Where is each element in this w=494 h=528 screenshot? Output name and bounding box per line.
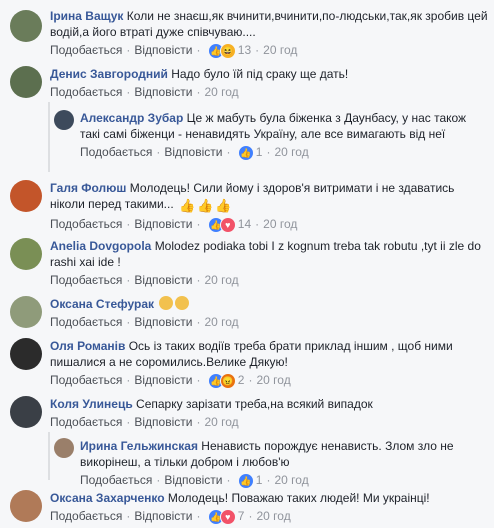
reply-thread-line	[48, 432, 50, 480]
like-button[interactable]: Подобається	[50, 43, 122, 57]
reply-button[interactable]: Відповісти	[134, 315, 192, 329]
comment-author[interactable]: Оля Романів	[50, 339, 125, 353]
like-reaction-icon: 👍	[237, 145, 254, 162]
thumbs-up-icon: 👍	[215, 198, 232, 213]
reactions[interactable]: 👍	[237, 472, 254, 490]
avatar[interactable]	[10, 338, 42, 370]
timestamp[interactable]: 20 год	[204, 415, 238, 429]
crying-face-icon	[175, 296, 190, 310]
timestamp[interactable]: 20 год	[263, 217, 297, 231]
avatar[interactable]	[10, 238, 42, 270]
reactions[interactable]: 👍 ♥	[207, 508, 236, 526]
thumbs-up-icon: 👍	[179, 198, 196, 213]
love-reaction-icon: ♥	[219, 217, 236, 234]
avatar[interactable]	[10, 490, 42, 522]
reply-button[interactable]: Відповісти	[134, 273, 192, 287]
reply-button[interactable]: Відповісти	[134, 43, 192, 57]
avatar[interactable]	[10, 180, 42, 212]
comment-author[interactable]: Оксана Стефурак	[50, 297, 154, 311]
avatar[interactable]	[54, 438, 74, 458]
reaction-count: 1	[255, 145, 263, 159]
reaction-count: 14	[237, 217, 252, 231]
timestamp[interactable]: 20 год	[256, 373, 290, 387]
reactions[interactable]: 👍😠	[207, 372, 236, 390]
timestamp[interactable]: 20 год	[204, 315, 238, 329]
comment-text: Надо було їй під сраку ще дать!	[171, 67, 349, 81]
reply-button[interactable]: Відповісти	[134, 415, 192, 429]
reaction-count: 7	[237, 509, 245, 523]
like-button[interactable]: Подобається	[50, 273, 122, 287]
comment-author[interactable]: Оксана Захарченко	[50, 491, 165, 505]
like-button[interactable]: Подобається	[50, 509, 122, 523]
reply-button[interactable]: Відповісти	[134, 373, 192, 387]
comment-author[interactable]: Александр Зубар	[80, 111, 183, 125]
comment-thread: Ірина Ващук Коли не знаєш,як вчинити,вчи…	[0, 0, 494, 528]
timestamp[interactable]: 20 год	[274, 145, 308, 159]
reply-button[interactable]: Відповісти	[164, 473, 222, 487]
reactions[interactable]: 👍	[237, 144, 254, 162]
reaction-count: 1	[255, 473, 263, 487]
comment-author[interactable]: Ирина Гельжинская	[80, 439, 198, 453]
like-reaction-icon: 👍	[237, 473, 254, 490]
like-button[interactable]: Подобається	[50, 415, 122, 429]
avatar[interactable]	[10, 66, 42, 98]
reaction-count: 2	[237, 373, 245, 387]
like-button[interactable]: Подобається	[50, 85, 122, 99]
avatar[interactable]	[10, 10, 42, 42]
haha-reaction-icon: 😆	[219, 43, 236, 60]
timestamp[interactable]: 20 год	[263, 43, 297, 57]
comment-text: Молодець! Поважаю таких людей! Ми украін…	[167, 491, 430, 505]
avatar[interactable]	[10, 396, 42, 428]
sad-face-icon	[159, 296, 174, 310]
comment-author[interactable]: Галя Фолюш	[50, 181, 126, 195]
thumbs-up-icon: 👍	[197, 198, 214, 213]
timestamp[interactable]: 20 год	[204, 85, 238, 99]
reply-button[interactable]: Відповісти	[134, 509, 192, 523]
avatar[interactable]	[10, 296, 42, 328]
reply-thread-line	[48, 102, 50, 172]
like-button[interactable]: Подобається	[80, 473, 152, 487]
comment-author[interactable]: Anelia Dovgopola	[50, 239, 151, 253]
love-reaction-icon: ♥	[219, 509, 236, 526]
reply-button[interactable]: Відповісти	[134, 85, 192, 99]
angry-reaction-icon: 😠	[219, 373, 236, 390]
reaction-count: 13	[237, 43, 252, 57]
comment-author[interactable]: Ірина Ващук	[50, 9, 123, 23]
like-button[interactable]: Подобається	[80, 145, 152, 159]
timestamp[interactable]: 20 год	[256, 509, 290, 523]
comment-text: Сепарку зарізати треба,на всякий випадок	[136, 397, 373, 411]
reactions[interactable]: 👍 ♥	[207, 216, 236, 234]
comment-author[interactable]: Денис Завгородний	[50, 67, 168, 81]
like-button[interactable]: Подобається	[50, 217, 122, 231]
reply-button[interactable]: Відповісти	[134, 217, 192, 231]
like-button[interactable]: Подобається	[50, 373, 122, 387]
like-button[interactable]: Подобається	[50, 315, 122, 329]
timestamp[interactable]: 20 год	[204, 273, 238, 287]
reply-button[interactable]: Відповісти	[164, 145, 222, 159]
reactions[interactable]: 👍😆	[207, 42, 236, 60]
timestamp[interactable]: 20 год	[274, 473, 308, 487]
comment-author[interactable]: Коля Улинець	[50, 397, 133, 411]
avatar[interactable]	[54, 110, 74, 130]
